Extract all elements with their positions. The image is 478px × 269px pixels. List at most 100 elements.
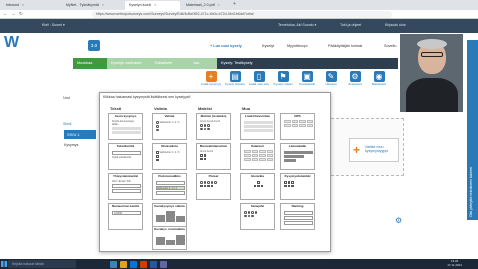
question-type-question-list[interactable]: Kysymyslistalokki bbox=[280, 173, 315, 200]
question-type-choice[interactable]: Valinta Vaihtoehto 1 / 2 / 3 bbox=[152, 113, 187, 140]
windows-start-icon[interactable] bbox=[1, 261, 7, 267]
page-1-tab[interactable]: SIVU 1 bbox=[64, 130, 96, 139]
taskbar-search[interactable]: Kirjoita hakuun tähän bbox=[8, 260, 76, 268]
toolbar-label: Asetukset bbox=[348, 82, 362, 86]
question-type-bold-text[interactable]: Lisää lihavointien bbox=[240, 113, 275, 140]
apps-link[interactable]: Sovellu bbox=[384, 44, 396, 48]
word-icon[interactable] bbox=[150, 260, 157, 268]
image-icon bbox=[156, 233, 185, 251]
tab-label: Materiaali_2.0.pdf bbox=[186, 3, 215, 7]
question-type-name: Liukusäädin bbox=[288, 144, 307, 148]
myynti-link[interactable]: Myyntitroopi bbox=[287, 44, 307, 48]
question-type-name: Kysymyslistalokki bbox=[284, 174, 311, 178]
support-side-tab[interactable]: Ota yhteyttä tekniseen tukeen bbox=[467, 40, 478, 220]
preview-text: Syötä tekstikenttä bbox=[112, 156, 131, 159]
question-item[interactable]: Kysymys bbox=[64, 143, 78, 147]
new-tab-icon[interactable]: + bbox=[233, 1, 236, 7]
add-page-button[interactable]: ▯ Lisää uusi sivu bbox=[248, 71, 270, 87]
slider-icon bbox=[284, 150, 313, 168]
toolbar-label: Lisää kysymys bbox=[200, 82, 222, 86]
question-type-preview: Arvo1 Arvo2 Arvo3 bbox=[200, 120, 229, 138]
add-question-button[interactable]: + Lisää kysymys bbox=[200, 71, 222, 87]
question-type-name: Pisteet bbox=[208, 174, 219, 178]
preview-text: Nimi / Email / Puh bbox=[112, 180, 131, 183]
question-type-contact[interactable]: Yhteystietokentät Nimi / Email / Puh bbox=[108, 173, 143, 200]
back-icon[interactable]: ← bbox=[3, 11, 8, 16]
question-type-image-multichoice[interactable]: Kuvakys. monivalinta bbox=[152, 226, 187, 250]
preview-button[interactable]: ◉ Esikatselu bbox=[368, 71, 390, 87]
question-type-preview: Vaihtoehto 1 / 2 / 3 bbox=[156, 150, 185, 168]
file-explorer-icon[interactable] bbox=[120, 260, 127, 268]
preview-text: Arvo1 Arvo2 bbox=[200, 150, 214, 153]
taskbar-clock[interactable]: 13:26 17.11.2021 bbox=[447, 259, 462, 267]
toolbar-label: Kyselyn kielet bbox=[273, 82, 293, 86]
question-type-points[interactable]: Pisteet bbox=[196, 173, 231, 200]
question-type-multi-matrix[interactable]: Monivalintamatriisi Arvo1 Arvo2 bbox=[196, 143, 231, 170]
move-button[interactable]: Siirrä bbox=[63, 122, 71, 126]
teams-icon[interactable] bbox=[160, 260, 167, 268]
flag-icon: ⚑ bbox=[277, 71, 289, 82]
admin-link[interactable]: Pääkäyttäjän kulmat bbox=[328, 44, 362, 48]
image-bank-button[interactable]: ▣ Kuvapankki bbox=[296, 71, 318, 87]
gear-icon[interactable]: ⚙ bbox=[395, 216, 402, 225]
question-type-nps[interactable]: NPS bbox=[280, 113, 315, 140]
question-type-numeric[interactable]: Numeerinen kenttä 123456 bbox=[108, 203, 143, 230]
surveys-link[interactable]: Kyselyt bbox=[262, 44, 274, 48]
question-type-multichoice[interactable]: Monivalinta Vaihtoehto 1 / 2 / 3 bbox=[152, 143, 187, 170]
languages-button[interactable]: ⚑ Kyselyn kielet bbox=[272, 71, 294, 87]
question-type-preview bbox=[284, 120, 313, 138]
preview-text: Vaihtoehto 1 / 2 / 3 bbox=[157, 187, 177, 190]
browser-tab-active[interactable]: Kyselyn luonti × bbox=[125, 1, 180, 10]
close-icon[interactable]: × bbox=[102, 3, 104, 7]
settings-button[interactable]: ⚙ Asetukset bbox=[344, 71, 366, 87]
browser-tab[interactable]: Inbound × bbox=[2, 1, 57, 10]
webropol-logo[interactable]: W bbox=[4, 34, 22, 52]
preview-text: 123456 bbox=[114, 212, 122, 215]
edge-icon[interactable] bbox=[130, 260, 137, 268]
reload-icon[interactable]: ↻ bbox=[19, 11, 23, 17]
support-link[interactable]: Tuki ja ohjeet bbox=[340, 23, 361, 27]
create-survey-link[interactable]: + Luo uusi kysely bbox=[210, 44, 242, 48]
question-type-hierarchy[interactable]: Hierarkia bbox=[240, 173, 275, 200]
question-type-word-cloud[interactable]: Sanapilvi bbox=[240, 203, 275, 230]
question-type-preview: Vaihtoehto 1 / 2 / 3 bbox=[156, 120, 185, 138]
powerpoint-icon[interactable] bbox=[140, 260, 147, 268]
browser-tab[interactable]: MyNet - Työnäkymät × bbox=[62, 1, 122, 10]
question-type-name: Lisää lihavointien bbox=[244, 114, 271, 118]
question-library-button[interactable]: ▤ Kysely kirjasto bbox=[224, 71, 246, 87]
preview-text: Vaihtoehto 1 / 2 / 3 bbox=[159, 151, 180, 154]
step-edit[interactable]: Muokkaa bbox=[73, 58, 107, 69]
step-share[interactable]: Jaa bbox=[189, 58, 217, 69]
navigation-label: Navi bbox=[63, 96, 71, 100]
question-type-textfield[interactable]: Tekstikenttä Syötä tekstikenttä bbox=[108, 143, 143, 170]
toolbar-label: Ulkoasu bbox=[325, 82, 337, 86]
question-type-preview: Kirjoita kommentteja tähän... bbox=[112, 120, 141, 138]
question-type-slider[interactable]: Liukusäädin bbox=[280, 143, 315, 170]
user-menu[interactable]: Tervetuloa, Aki Suonio ▾ bbox=[278, 23, 316, 27]
url-input[interactable]: https://www.webropolsurveys.com/Surveys/… bbox=[92, 11, 392, 18]
logout-link[interactable]: Kirjaudu ulos bbox=[385, 23, 406, 27]
question-type-open[interactable]: Avoin kysymys Kirjoita kommentteja tähän… bbox=[108, 113, 143, 140]
taskview-icon[interactable] bbox=[110, 260, 117, 268]
close-icon[interactable]: × bbox=[154, 3, 156, 7]
browser-tab[interactable]: Materiaali_2.0.pdf × bbox=[182, 1, 232, 10]
forward-icon[interactable]: → bbox=[11, 11, 16, 16]
cloud-icon bbox=[244, 210, 273, 228]
step-settings[interactable]: Kyselyn asetukset bbox=[107, 58, 151, 69]
question-type-ranking[interactable]: Ranking bbox=[280, 203, 315, 230]
language-selector[interactable]: Kieli : Suomi ▾ bbox=[42, 23, 65, 27]
calendar-icon bbox=[244, 150, 273, 168]
close-icon[interactable]: × bbox=[218, 3, 220, 7]
question-type-matrix[interactable]: Matriisi (Asteikko) Arvo1 Arvo2 Arvo3 bbox=[196, 113, 231, 140]
step-preview[interactable]: Esikatsele bbox=[151, 58, 189, 69]
page-icon: ▯ bbox=[253, 71, 265, 82]
version-badge: 3.0 bbox=[88, 40, 100, 51]
close-icon[interactable]: × bbox=[22, 3, 24, 7]
question-type-calendar[interactable]: Kalenteri bbox=[240, 143, 275, 170]
question-type-dropdown[interactable]: Pudotusvalikko Vaihtoehto 1 / 2 / 3 bbox=[152, 173, 187, 200]
choose-question-type-button[interactable]: + Valitse muu kysymystyyppi bbox=[349, 138, 399, 162]
question-type-preview: 123456 bbox=[112, 210, 141, 228]
editor-toolbar: + Lisää kysymys ▤ Kysely kirjasto ▯ Lisää u… bbox=[200, 70, 400, 92]
address-bar: ← → ↻ https://www.webropolsurveys.com/Su… bbox=[0, 10, 478, 19]
layout-button[interactable]: ✎ Ulkoasu bbox=[320, 71, 342, 87]
